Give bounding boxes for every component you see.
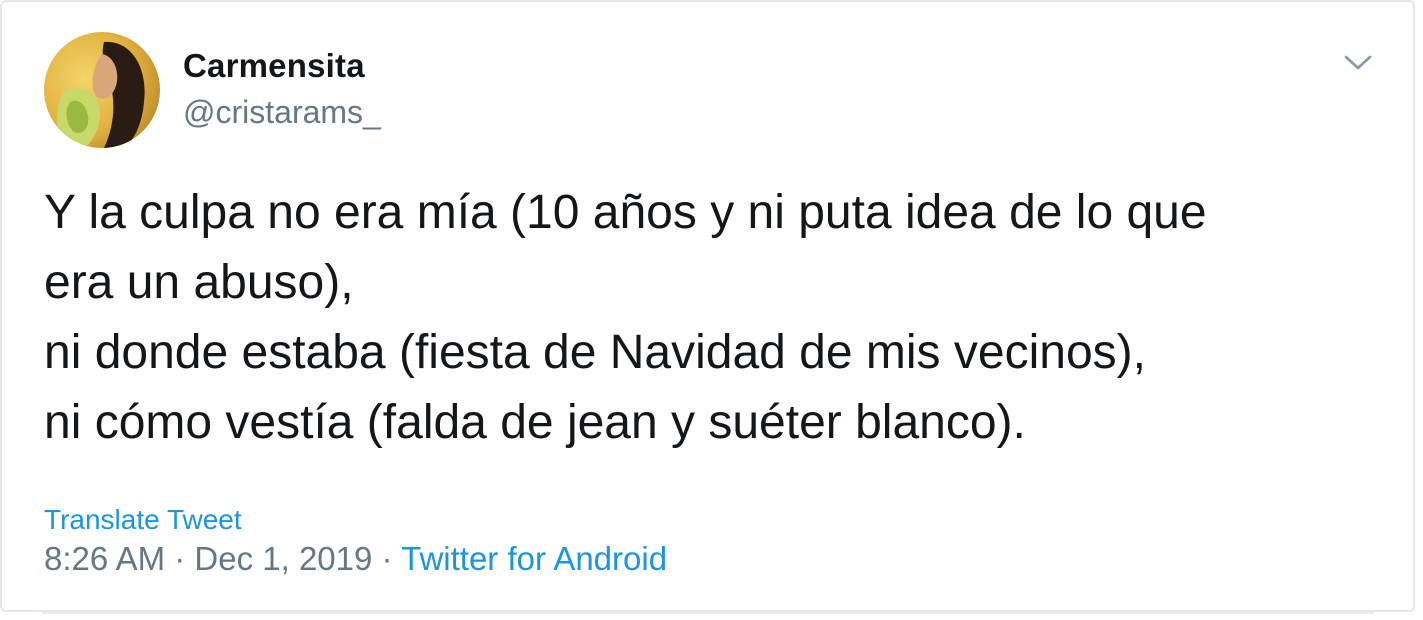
tweet-date[interactable]: Dec 1, 2019	[194, 540, 372, 577]
tweet-source-link[interactable]: Twitter for Android	[401, 540, 667, 577]
tweet-metadata: 8:26 AM · Dec 1, 2019 · Twitter for Andr…	[44, 540, 667, 578]
tweet-card: Carmensita @cristarams_ Y la culpa no er…	[0, 0, 1415, 612]
meta-separator: ·	[165, 540, 195, 577]
tweet-text: Y la culpa no era mía (10 años y ni puta…	[44, 178, 1384, 458]
tweet-text-line: ni cómo vestía (falda de jean y suéter b…	[44, 396, 1026, 449]
divider	[42, 612, 1374, 614]
tweet-text-line: ni donde estaba (fiesta de Navidad de mi…	[44, 326, 1146, 379]
display-name[interactable]: Carmensita	[183, 47, 365, 85]
tweet-time[interactable]: 8:26 AM	[44, 540, 165, 577]
meta-separator: ·	[372, 540, 402, 577]
translate-tweet-link[interactable]: Translate Tweet	[44, 504, 242, 536]
avatar[interactable]	[44, 32, 160, 148]
tweet-text-line: era un abuso),	[44, 256, 354, 309]
tweet-text-line: Y la culpa no era mía (10 años y ni puta…	[44, 186, 1207, 239]
avatar-image	[44, 32, 160, 148]
user-handle[interactable]: @cristarams_	[183, 94, 381, 131]
chevron-down-icon[interactable]	[1338, 46, 1378, 78]
